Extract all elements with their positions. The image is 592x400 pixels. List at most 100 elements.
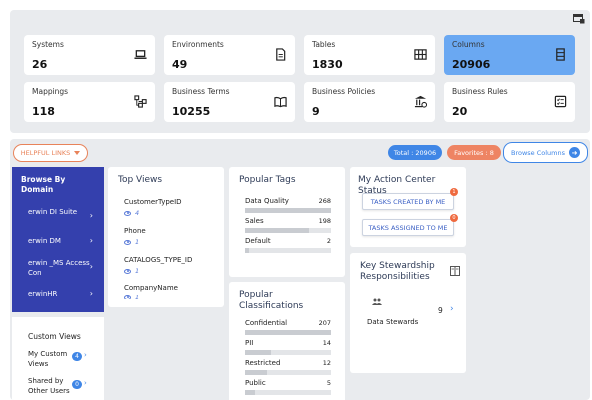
rules-icon: [554, 95, 567, 108]
stat-label: Columns: [452, 40, 485, 49]
shared-views-link[interactable]: Shared by Other Users: [28, 376, 74, 396]
custom-view-label: Shared by Other Users: [28, 377, 70, 395]
helpful-links-label: HELPFUL LINKS: [20, 149, 71, 157]
book-icon: [274, 96, 287, 108]
eye-icon: [124, 295, 131, 299]
classification-bar-track: [245, 350, 331, 355]
stat-card-systems[interactable]: Systems 26: [24, 35, 155, 75]
stat-card-business-policies[interactable]: Business Policies 9: [304, 82, 435, 122]
classification-bar-fill: [245, 330, 331, 335]
view-count: 4: [124, 209, 139, 217]
domain-item[interactable]: erwin DM ›: [28, 236, 98, 246]
stats-panel: Systems 26 Environments 49 Tables 1830 C…: [10, 10, 590, 133]
users-icon: [372, 298, 382, 305]
custom-views-panel: Custom Views My Custom Views 4 › Shared …: [12, 317, 104, 400]
chevron-right-icon: ›: [89, 262, 93, 271]
popular-tags-card: Popular Tags Data Quality 268 Sales 198 …: [229, 167, 345, 277]
helpful-links-button[interactable]: HELPFUL LINKS: [13, 144, 88, 162]
stat-card-business-rules[interactable]: Business Rules 20: [444, 82, 575, 122]
tasks-created-button[interactable]: TASKS CREATED BY ME 1: [362, 188, 458, 210]
data-stewards-label[interactable]: Data Stewards: [367, 318, 418, 326]
arrow-right-icon: ➜: [569, 147, 580, 158]
eye-icon: [124, 268, 131, 274]
domain-item[interactable]: erwin _MS Access Con ›: [28, 258, 98, 278]
stat-value: 20906: [452, 58, 491, 71]
chevron-right-icon[interactable]: ›: [84, 351, 87, 359]
stat-card-tables[interactable]: Tables 1830: [304, 35, 435, 75]
classification-row[interactable]: PII 14: [245, 339, 331, 355]
tasks-assigned-button[interactable]: TASKS ASSIGNED TO ME 0: [362, 214, 458, 236]
tasks-assigned-badge: 0: [450, 214, 458, 222]
tag-count: 2: [326, 237, 331, 245]
stat-value: 49: [172, 58, 188, 71]
laptop-icon: [134, 50, 147, 59]
tag-bar-track: [245, 248, 331, 253]
tag-label: Default: [245, 237, 271, 245]
classification-count: 207: [318, 319, 331, 327]
stat-value: 26: [32, 58, 48, 71]
stat-label: Environments: [172, 40, 224, 49]
view-count-value: 1: [135, 238, 140, 246]
tag-count: 268: [318, 197, 331, 205]
chevron-right-icon: ›: [89, 211, 93, 220]
domain-item-label: erwin DM: [28, 237, 61, 245]
chevron-right-icon[interactable]: ›: [84, 379, 87, 387]
stat-label: Systems: [32, 40, 64, 49]
popular-classifications-card: Popular Classifications Confidential 207…: [229, 282, 345, 400]
chevron-right-icon: ›: [89, 236, 93, 245]
classification-count: 5: [326, 379, 331, 387]
tag-bar-fill: [245, 248, 250, 253]
popular-classifications-title: Popular Classifications: [239, 290, 304, 311]
columns-icon: [556, 48, 565, 61]
popular-tags-title: Popular Tags: [239, 175, 296, 185]
tag-row[interactable]: Default 2: [245, 237, 331, 253]
classification-count: 12: [322, 359, 331, 367]
top-view-item[interactable]: CustomerTypeID: [124, 198, 182, 206]
browse-by-domain-panel: Browse By Domain erwin DI Suite › erwin …: [12, 167, 104, 312]
view-count-value: 1: [135, 267, 140, 275]
top-view-item[interactable]: CATALOGS_TYPE_ID: [124, 256, 192, 264]
classification-row[interactable]: Restricted 12: [245, 359, 331, 375]
action-center-card: My Action Center Status TASKS CREATED BY…: [350, 167, 466, 247]
total-badge: Total : 20906: [388, 145, 442, 160]
mapping-icon: [134, 95, 147, 108]
stat-card-mappings[interactable]: Mappings 118: [24, 82, 155, 122]
stat-value: 9: [312, 105, 320, 118]
stewardship-title: Key Stewardship Responsibilities: [360, 261, 435, 282]
domain-item[interactable]: erwinHR ›: [28, 289, 98, 299]
classification-bar-fill: [245, 350, 271, 355]
chevron-right-icon[interactable]: ›: [450, 304, 454, 314]
book-icon[interactable]: [450, 266, 460, 276]
classification-label: PII: [245, 339, 254, 347]
view-count: 1: [124, 295, 139, 299]
domain-item-label: erwinHR: [28, 290, 58, 298]
view-count-value: 1: [135, 295, 140, 299]
stat-label: Business Terms: [172, 87, 230, 96]
top-view-item[interactable]: Phone: [124, 227, 146, 235]
policy-icon: [414, 95, 427, 108]
stat-card-environments[interactable]: Environments 49: [164, 35, 295, 75]
browse-columns-label: Browse Columns: [510, 148, 565, 157]
top-views-title: Top Views: [118, 175, 163, 185]
top-view-item[interactable]: CompanyName: [124, 284, 178, 292]
classification-row[interactable]: Public 5: [245, 379, 331, 395]
classification-label: Restricted: [245, 359, 281, 367]
domain-panel-title: Browse By Domain: [21, 175, 66, 194]
classification-label: Public: [245, 379, 266, 387]
tag-row[interactable]: Sales 198: [245, 217, 331, 233]
classification-row[interactable]: Confidential 207: [245, 319, 331, 335]
stat-value: 20: [452, 105, 468, 118]
browse-columns-button[interactable]: Browse Columns ➜: [503, 142, 588, 163]
domain-item[interactable]: erwin DI Suite ›: [28, 207, 98, 220]
tag-row[interactable]: Data Quality 268: [245, 197, 331, 213]
stat-label: Tables: [312, 40, 336, 49]
stat-card-business-terms[interactable]: Business Terms 10255: [164, 82, 295, 122]
domain-item-label: erwin _MS Access Con: [28, 259, 90, 277]
tasks-created-label: TASKS CREATED BY ME: [370, 197, 446, 206]
favorites-badge[interactable]: Favorites : 8: [447, 145, 501, 160]
stat-card-columns[interactable]: Columns 20906: [444, 35, 575, 75]
my-custom-views-link[interactable]: My Custom Views: [28, 349, 72, 369]
classification-bar-track: [245, 330, 331, 335]
grid-settings-icon[interactable]: [573, 14, 585, 24]
eye-icon: [124, 210, 131, 216]
